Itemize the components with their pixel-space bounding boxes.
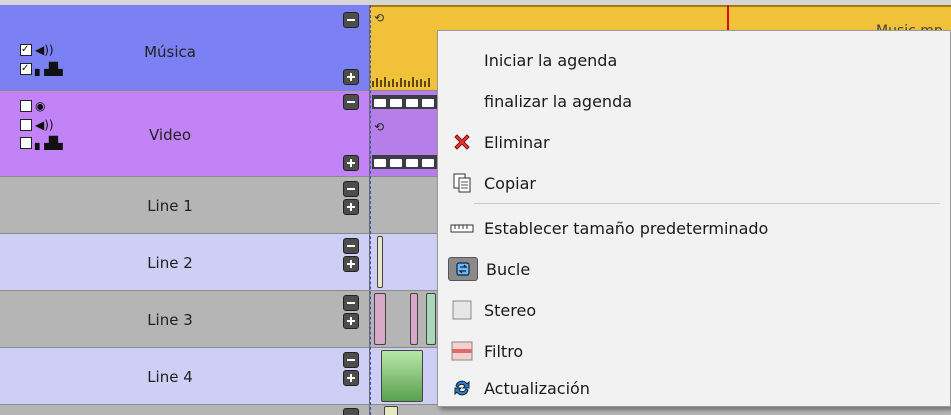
menu-item-copiar[interactable]: Copiar: [448, 166, 950, 200]
expand-button[interactable]: [343, 69, 359, 85]
collapse-button[interactable]: [343, 408, 359, 415]
collapse-button[interactable]: [343, 181, 359, 197]
menu-item-filtro[interactable]: Filtro: [448, 334, 950, 368]
loop-icon: [448, 257, 478, 281]
menu-item-label: Stereo: [484, 300, 537, 320]
refresh-icon: [448, 377, 476, 399]
track-header-music[interactable]: ◀)) ▖▟▙ Música: [0, 5, 370, 91]
ruler-icon: [448, 217, 476, 239]
menu-item-eliminar[interactable]: Eliminar: [448, 125, 950, 159]
track-name: Line 3: [147, 311, 193, 329]
track-name: Música: [144, 43, 196, 61]
track-header-line-3[interactable]: Line 3: [0, 291, 370, 348]
track-header-line-4[interactable]: Line 4: [0, 348, 370, 405]
menu-separator: [474, 203, 940, 204]
eye-icon: ◉: [35, 99, 46, 113]
cursor-dashed-line: [370, 5, 371, 415]
track-name: Video: [148, 126, 192, 144]
line3-clip-b[interactable]: [410, 293, 418, 345]
line4-clip[interactable]: [381, 350, 423, 402]
line2-clip[interactable]: [377, 236, 383, 288]
menu-item-label: Copiar: [484, 173, 536, 193]
delete-x-icon: [448, 131, 476, 153]
video-filmstrip-top: [372, 95, 438, 109]
waveform: [372, 77, 430, 87]
video-loop-icon: ⟲: [374, 120, 385, 134]
track-header-line-1[interactable]: Line 1: [0, 177, 370, 234]
menu-item-label: finalizar la agenda: [484, 91, 633, 111]
stereo-checkbox-icon: [448, 299, 476, 321]
equalizer-icon: ▖▟▙: [35, 61, 63, 76]
menu-item-establecer-tamano[interactable]: Establecer tamaño predeterminado: [448, 211, 950, 245]
visible-checkbox[interactable]: [20, 100, 32, 112]
menu-item-bucle[interactable]: Bucle: [448, 252, 950, 286]
expand-button[interactable]: [343, 313, 359, 329]
track-header-line-2[interactable]: Line 2: [0, 234, 370, 291]
collapse-button[interactable]: [343, 12, 359, 28]
track-name: Line 2: [147, 254, 193, 272]
expand-button[interactable]: [343, 370, 359, 386]
eq-enable-checkbox[interactable]: [20, 60, 32, 78]
expand-button[interactable]: [343, 256, 359, 272]
timeline-editor: ⟲ Music.mp ⟲ s ◀)) ▖▟▙ Música: [0, 0, 951, 415]
loop-icon: ⟲: [374, 11, 385, 25]
menu-item-label: Actualización: [484, 378, 590, 398]
expand-button[interactable]: [343, 155, 359, 171]
expand-button[interactable]: [343, 199, 359, 215]
track-header-line-5[interactable]: [0, 405, 370, 415]
collapse-button[interactable]: [343, 94, 359, 110]
menu-item-label: Filtro: [484, 341, 524, 361]
filter-icon: [448, 340, 476, 362]
track-controls: ◉ ◀)) ▖▟▙: [20, 97, 63, 153]
menu-item-iniciar-agenda[interactable]: Iniciar la agenda: [448, 43, 950, 77]
menu-item-finalizar-agenda[interactable]: finalizar la agenda: [448, 84, 950, 118]
menu-item-label: Eliminar: [484, 132, 550, 152]
menu-item-label: Iniciar la agenda: [484, 50, 618, 70]
menu-item-label: Establecer tamaño predeterminado: [484, 218, 769, 238]
track-name: Line 4: [147, 368, 193, 386]
line3-clip-c[interactable]: [426, 293, 436, 345]
track-header-video[interactable]: ◉ ◀)) ▖▟▙ Video: [0, 91, 370, 177]
menu-item-label: Bucle: [486, 259, 531, 279]
context-menu: Iniciar la agenda finalizar la agenda El…: [437, 30, 951, 407]
line5-clip[interactable]: [384, 406, 398, 415]
collapse-button[interactable]: [343, 295, 359, 311]
collapse-button[interactable]: [343, 238, 359, 254]
menu-item-actualizacion[interactable]: Actualización: [448, 371, 950, 405]
video-filmstrip-bottom: [372, 155, 438, 169]
line3-clip-a[interactable]: [374, 293, 386, 345]
track-name: Line 1: [147, 197, 193, 215]
menu-item-stereo[interactable]: Stereo: [448, 293, 950, 327]
copy-icon: [448, 172, 476, 194]
collapse-button[interactable]: [343, 352, 359, 368]
